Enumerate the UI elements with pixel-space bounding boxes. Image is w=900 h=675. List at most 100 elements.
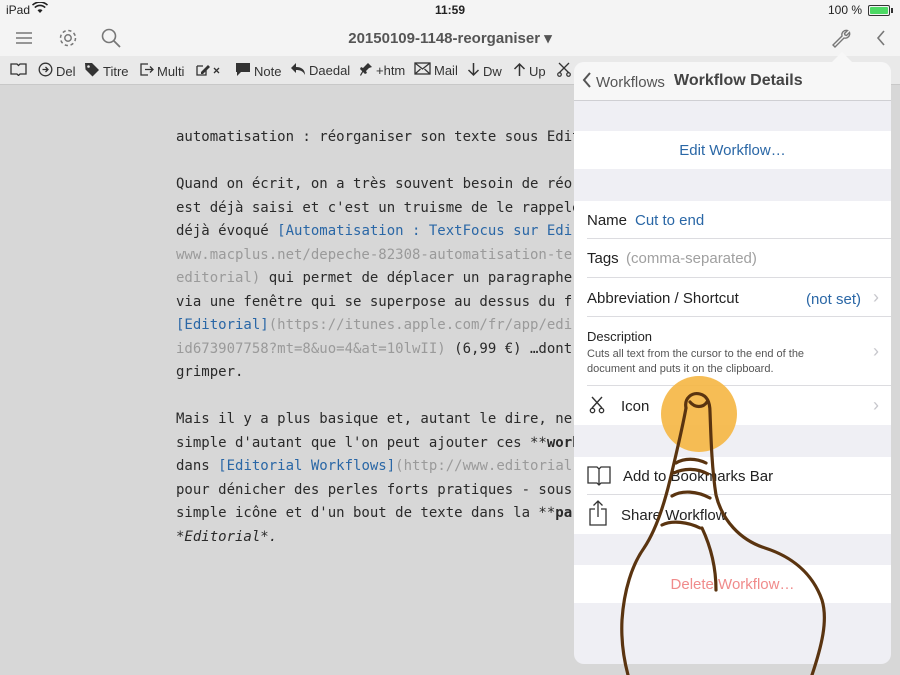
- abbreviation-value: (not set): [805, 291, 861, 308]
- toolbar-label: Titre: [103, 63, 129, 79]
- popover-title: Workflow Details: [674, 72, 803, 89]
- arrow-down-icon: [467, 62, 480, 80]
- toolbar-item-up[interactable]: Up: [513, 62, 546, 80]
- editor-line: [Editorial](https://itunes.apple.com/fr/…: [176, 314, 596, 338]
- pin-icon: [359, 62, 373, 79]
- toolbar-item-titre[interactable]: Titre: [84, 62, 129, 80]
- editor-line: simple icône et d'un bout de texte dans …: [176, 502, 596, 526]
- markdown-url: editorial): [176, 270, 261, 286]
- editor-text: simple d'autant que l'on peut ajouter ce…: [176, 434, 547, 451]
- clock: 11:59: [434, 3, 466, 17]
- popover-arrow: [832, 52, 852, 62]
- toolbar-item-mail[interactable]: Mail: [414, 62, 458, 78]
- reply-icon: [290, 62, 306, 79]
- pencil-square-icon: [195, 62, 221, 80]
- editor-text: (6,99 €) …dont: [445, 340, 573, 357]
- add-to-bookmarks-button[interactable]: Add to Bookmarks Bar: [574, 457, 891, 495]
- editor-line: Quand on écrit, on a très souvent besoin…: [176, 176, 573, 192]
- popover-header: Workflows Workflow Details: [574, 62, 891, 101]
- name-field[interactable]: Cut to end: [635, 212, 704, 229]
- icon-label: Icon: [621, 398, 650, 415]
- chevron-left-icon[interactable]: [870, 26, 894, 50]
- editor-line: est déjà saisi et c'est un truisme de le…: [176, 199, 581, 216]
- toolbar-label: Note: [254, 63, 282, 79]
- chevron-left-icon: [582, 72, 592, 92]
- scissors-icon: [589, 396, 605, 418]
- back-button[interactable]: Workflows: [582, 72, 665, 92]
- description-row[interactable]: Description Cuts all text from the curso…: [574, 317, 891, 386]
- editor-line: grimper.: [176, 364, 244, 380]
- chevron-right-icon: ›: [873, 395, 879, 415]
- abbreviation-row[interactable]: Abbreviation / Shortcut (not set) ›: [574, 278, 891, 317]
- markdown-url: (https://itunes.apple.com/fr/app/edi: [268, 317, 573, 333]
- markdown-url: www.macplus.net/depeche-82308-automatisa…: [176, 246, 573, 263]
- status-bar: iPad 11:59 100 %: [0, 0, 900, 20]
- editor-line: dans [Editorial Workflows](http://www.ed…: [176, 455, 596, 479]
- name-label: Name: [587, 212, 628, 229]
- toolbar-item-htm[interactable]: +htm: [359, 62, 406, 79]
- add-to-bookmarks-label: Add to Bookmarks Bar: [623, 468, 774, 485]
- toolbar-item-daedal[interactable]: Daedal: [290, 62, 350, 79]
- battery-percent: 100 %: [827, 3, 862, 17]
- description-label: Description: [587, 329, 653, 344]
- toolbar-item-del[interactable]: Del: [38, 62, 76, 80]
- toolbar-label: Multi: [157, 63, 185, 79]
- back-label: Workflows: [596, 73, 665, 91]
- arrow-up-icon: [513, 62, 526, 80]
- editor-line: id673907758?mt=8&uo=4&at=10lwII) (6,99 €…: [176, 338, 596, 362]
- editor-line: via une fenêtre qui se superpose au dess…: [176, 293, 573, 310]
- tags-row[interactable]: Tags (comma-separated): [574, 239, 891, 278]
- markdown-link-text: [Editorial]: [176, 317, 269, 333]
- delete-workflow-button[interactable]: Delete Workflow…: [574, 565, 891, 603]
- tags-field[interactable]: (comma-separated): [626, 250, 757, 267]
- arrow-circle-icon: [38, 62, 53, 80]
- tag-icon: [84, 62, 100, 80]
- share-workflow-button[interactable]: Share Workflow: [574, 495, 891, 534]
- edit-workflow-button[interactable]: Edit Workflow…: [574, 131, 891, 169]
- editor-text: qui permet de déplacer un paragraphe: [260, 270, 573, 286]
- book-icon: [10, 62, 27, 79]
- envelope-icon: [414, 62, 431, 78]
- editor-text: dans: [176, 458, 219, 474]
- markdown-link-text: [Automatisation : TextFocus sur Edi: [277, 223, 573, 239]
- toolbar-label: Dw: [483, 63, 502, 79]
- toolbar-label: +htm: [376, 63, 406, 78]
- scissors-icon: [557, 62, 571, 80]
- editor-line: editorial) qui permet de déplacer un par…: [176, 267, 596, 291]
- editor-line: simple d'autant que l'on peut ajouter ce…: [176, 432, 596, 456]
- share-workflow-label: Share Workflow: [621, 507, 727, 524]
- speech-bubble-icon: [235, 62, 251, 80]
- toolbar-item-edit[interactable]: [195, 62, 221, 80]
- toolbar-item-dw[interactable]: Dw: [467, 62, 502, 80]
- toolbar-label: Mail: [434, 62, 458, 78]
- markdown-url: id673907758?mt=8&uo=4&at=10lwII): [176, 340, 446, 357]
- wrench-icon[interactable]: [828, 26, 852, 50]
- toolbar-item-bookmarks[interactable]: [10, 62, 27, 79]
- description-line: Cuts all text from the cursor to the end…: [587, 348, 805, 360]
- editor-bold-text: pa: [555, 505, 573, 521]
- editor-text: simple icône et d'un bout de texte dans …: [176, 505, 556, 521]
- editor-line: automatisation : réorganiser son texte s…: [176, 129, 581, 145]
- editor-line: pour dénicher des perles forts pratiques…: [176, 481, 573, 498]
- toolbar-item-multi[interactable]: Multi: [139, 62, 184, 80]
- name-row[interactable]: Name Cut to end: [574, 201, 891, 239]
- document-title[interactable]: 20150109-1148-reorganiser ▾: [0, 29, 900, 47]
- toolbar-item-cut[interactable]: [557, 62, 571, 80]
- markdown-url: (http://www.editorial: [395, 458, 573, 474]
- navigation-bar: 20150109-1148-reorganiser ▾: [0, 20, 900, 56]
- abbreviation-label: Abbreviation / Shortcut: [587, 290, 739, 307]
- editor-line: *Editorial*.: [176, 528, 278, 545]
- description-line: document and puts it on the clipboard.: [587, 363, 774, 375]
- icon-row[interactable]: Icon ›: [574, 386, 891, 425]
- editor-line: déjà évoqué [Automatisation : TextFocus …: [176, 220, 596, 244]
- editor-line: Mais il y a plus basique et, autant le d…: [176, 411, 573, 427]
- toolbar-label: Del: [56, 63, 76, 79]
- tags-label: Tags: [587, 250, 619, 267]
- chevron-right-icon: ›: [873, 287, 879, 307]
- toolbar-label: Daedal: [309, 63, 351, 78]
- edit-workflow-label: Edit Workflow…: [679, 142, 786, 159]
- markdown-link-text: [Editorial Workflows]: [218, 458, 396, 474]
- chevron-right-icon: ›: [873, 341, 879, 361]
- text-editor[interactable]: automatisation : réorganiser son texte s…: [176, 126, 596, 573]
- toolbar-item-note[interactable]: Note: [235, 62, 281, 80]
